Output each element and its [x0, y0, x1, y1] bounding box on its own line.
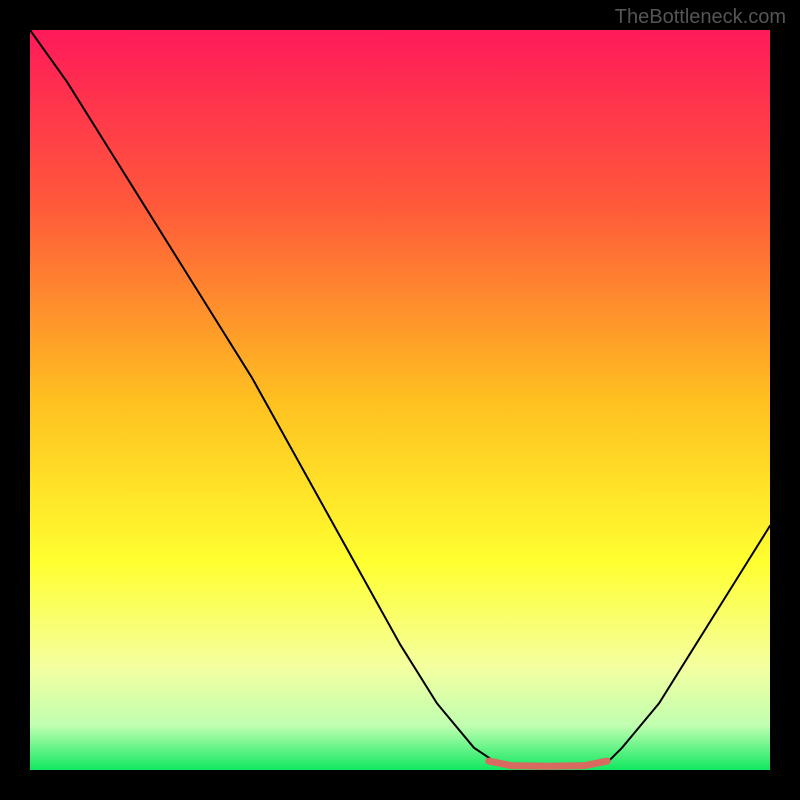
gradient-background — [30, 30, 770, 770]
chart-frame — [30, 30, 770, 770]
bottleneck-chart — [30, 30, 770, 770]
watermark-text: TheBottleneck.com — [615, 6, 786, 29]
